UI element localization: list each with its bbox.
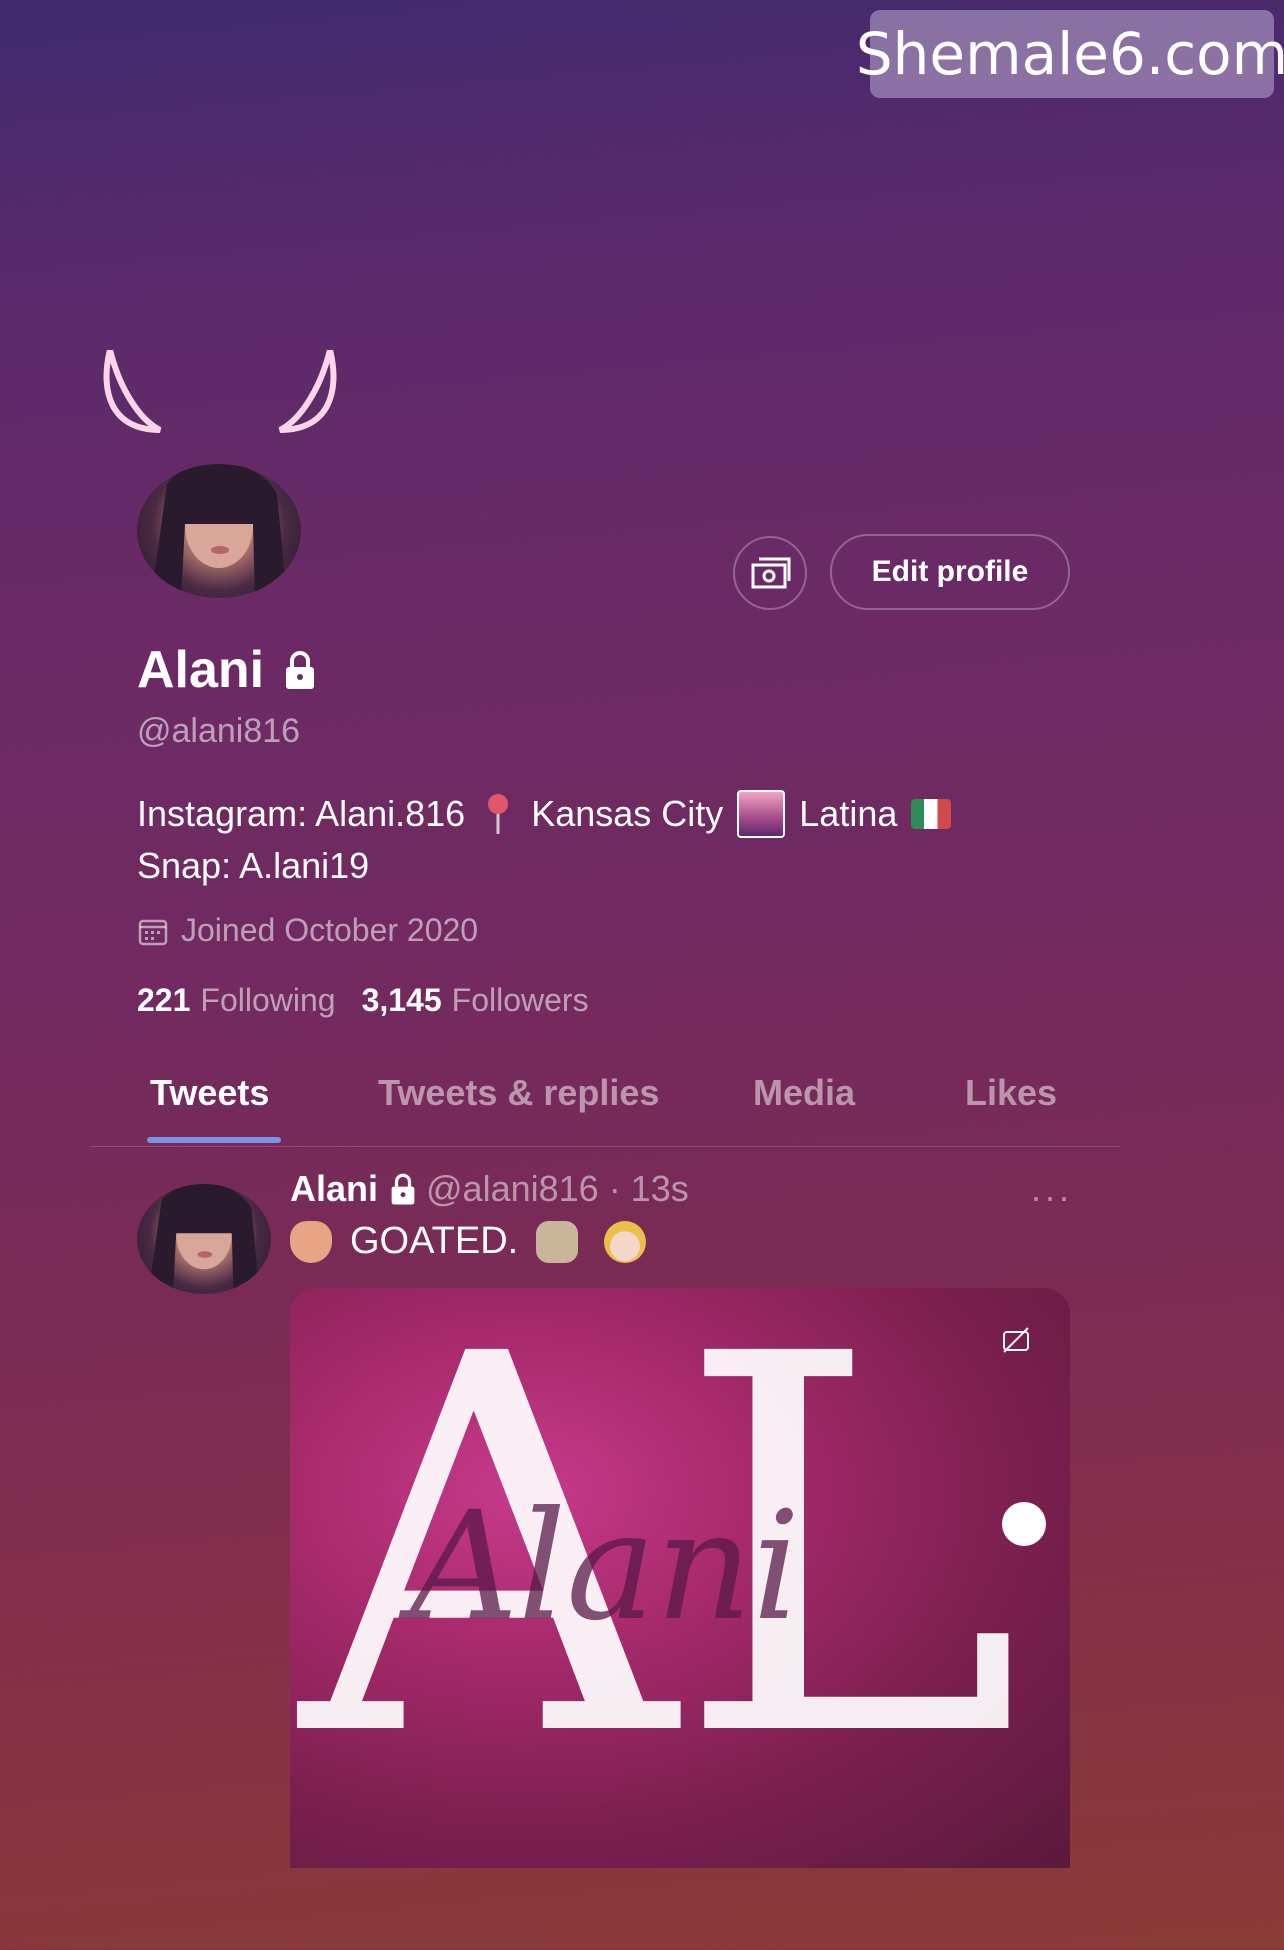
joined-text: Joined October 2020 bbox=[181, 912, 479, 948]
edit-profile-button[interactable]: Edit profile bbox=[830, 534, 1070, 610]
tab-tweets-replies[interactable]: Tweets & replies bbox=[378, 1072, 659, 1114]
bio-ethnicity: Latina bbox=[799, 793, 898, 834]
princess-icon bbox=[604, 1220, 647, 1263]
following-label: Following bbox=[200, 982, 336, 1018]
tweet-text-row: GOATED. bbox=[290, 1220, 647, 1263]
bio-instagram: Instagram: Alani.816 bbox=[137, 793, 466, 834]
profile-bio: Instagram: Alani.816 Kansas City Latina … bbox=[137, 788, 965, 892]
heart-hands-icon bbox=[290, 1220, 332, 1263]
tweet-meta: @alani816 · 13s bbox=[426, 1168, 689, 1209]
media-script-text: Alani bbox=[398, 1480, 800, 1654]
devil-horns-decoration bbox=[103, 350, 337, 433]
following-link[interactable]: 221 Following bbox=[137, 982, 336, 1019]
cityscape-icon bbox=[737, 790, 786, 838]
profile-avatar[interactable] bbox=[137, 464, 301, 598]
tweet-author-name[interactable]: Alani bbox=[290, 1168, 378, 1210]
bio-location: Kansas City bbox=[531, 793, 724, 834]
goat-icon bbox=[536, 1220, 579, 1263]
tab-tweets[interactable]: Tweets bbox=[150, 1072, 269, 1114]
follow-stats: 221 Following 3,145 Followers bbox=[137, 982, 589, 1019]
tab-media[interactable]: Media bbox=[753, 1072, 855, 1114]
profile-name-row: Alani bbox=[137, 640, 316, 700]
profile-tabs: Tweets Tweets & replies Media Likes bbox=[90, 1060, 1120, 1147]
tip-jar-button[interactable] bbox=[733, 536, 807, 610]
bio-snap: Snap: A.lani19 bbox=[137, 845, 370, 886]
tweet-header: Alani @alani816 · 13s bbox=[290, 1168, 689, 1210]
money-icon bbox=[751, 557, 791, 589]
tweet-media[interactable]: AL Alani bbox=[290, 1288, 1070, 1868]
tweet-avatar[interactable] bbox=[137, 1184, 271, 1294]
watermark-text: Shemale6.com bbox=[855, 20, 1284, 88]
tab-likes[interactable]: Likes bbox=[965, 1072, 1057, 1114]
more-icon[interactable]: ··· bbox=[1030, 1176, 1072, 1218]
tweet-text: GOATED. bbox=[350, 1220, 519, 1262]
profile-handle: @alani816 bbox=[137, 712, 301, 750]
lock-icon bbox=[391, 1173, 415, 1205]
calendar-icon bbox=[138, 919, 168, 945]
watermark: Shemale6.com bbox=[856, 10, 1284, 98]
followers-count: 3,145 bbox=[361, 982, 442, 1018]
followers-label: Followers bbox=[451, 982, 589, 1018]
mexico-flag-icon bbox=[911, 799, 952, 829]
pin-icon bbox=[488, 794, 509, 834]
joined-date: Joined October 2020 bbox=[137, 912, 478, 949]
active-tab-indicator bbox=[147, 1137, 281, 1143]
following-count: 221 bbox=[137, 982, 191, 1018]
profile-name: Alani bbox=[137, 641, 265, 699]
followers-link[interactable]: 3,145 Followers bbox=[362, 982, 589, 1019]
lock-icon bbox=[286, 651, 315, 689]
